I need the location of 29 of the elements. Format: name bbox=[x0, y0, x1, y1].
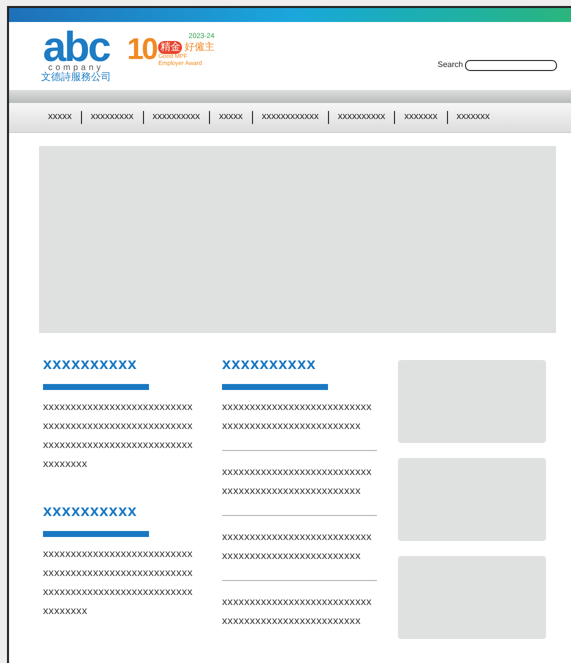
search-label: Search bbox=[438, 59, 463, 71]
nav-link[interactable]: xxxxxxx bbox=[395, 110, 446, 125]
body-text-line: xxxxxxxx bbox=[43, 604, 88, 619]
body-text-line: xxxxxxxxxxxxxxxxxxxxxxxxxxx bbox=[43, 547, 193, 562]
nav-link[interactable]: xxxxx bbox=[210, 110, 252, 125]
news-text-line: xxxxxxxxxxxxxxxxxxxxxxxxx bbox=[222, 549, 361, 564]
news-text-line: xxxxxxxxxxxxxxxxxxxxxxxxxxx bbox=[222, 400, 372, 415]
body-text-line: xxxxxxxx bbox=[43, 457, 88, 472]
nav-link[interactable]: xxxxxxxxx bbox=[82, 110, 142, 125]
section-heading: xxxxxxxxxx bbox=[43, 355, 137, 375]
body-text-line: xxxxxxxxxxxxxxxxxxxxxxxxxxx bbox=[43, 419, 193, 434]
news-text-line: xxxxxxxxxxxxxxxxxxxxxxxxx bbox=[222, 484, 361, 499]
section-heading: xxxxxxxxxx bbox=[43, 502, 137, 522]
news-text-line: xxxxxxxxxxxxxxxxxxxxxxxxxxx bbox=[222, 530, 372, 545]
news-text-line: xxxxxxxxxxxxxxxxxxxxxxxxx bbox=[222, 419, 361, 434]
nav-link[interactable]: xxxxx bbox=[39, 110, 81, 125]
news-text-line: xxxxxxxxxxxxxxxxxxxxxxxxxxx bbox=[222, 465, 372, 480]
nav-link[interactable]: xxxxxxxxxx bbox=[328, 110, 394, 125]
body-text-line: xxxxxxxxxxxxxxxxxxxxxxxxxxx bbox=[43, 566, 193, 581]
body-text-line: xxxxxxxxxxxxxxxxxxxxxxxxxxx bbox=[43, 400, 193, 415]
nav-link[interactable]: xxxxxxx bbox=[448, 110, 499, 125]
body-text-line: xxxxxxxxxxxxxxxxxxxxxxxxxxx bbox=[43, 438, 193, 453]
news-text-line: xxxxxxxxxxxxxxxxxxxxxxxxx bbox=[222, 614, 361, 629]
news-text-line: xxxxxxxxxxxxxxxxxxxxxxxxxxx bbox=[222, 595, 372, 610]
nav-link[interactable]: xxxxxxxxxxxx bbox=[252, 110, 328, 125]
search-field[interactable] bbox=[465, 60, 557, 70]
body-text-line: xxxxxxxxxxxxxxxxxxxxxxxxxxx bbox=[43, 585, 193, 600]
section-heading: xxxxxxxxxx bbox=[222, 355, 316, 375]
nav-link[interactable]: xxxxxxxxxx bbox=[144, 110, 209, 125]
